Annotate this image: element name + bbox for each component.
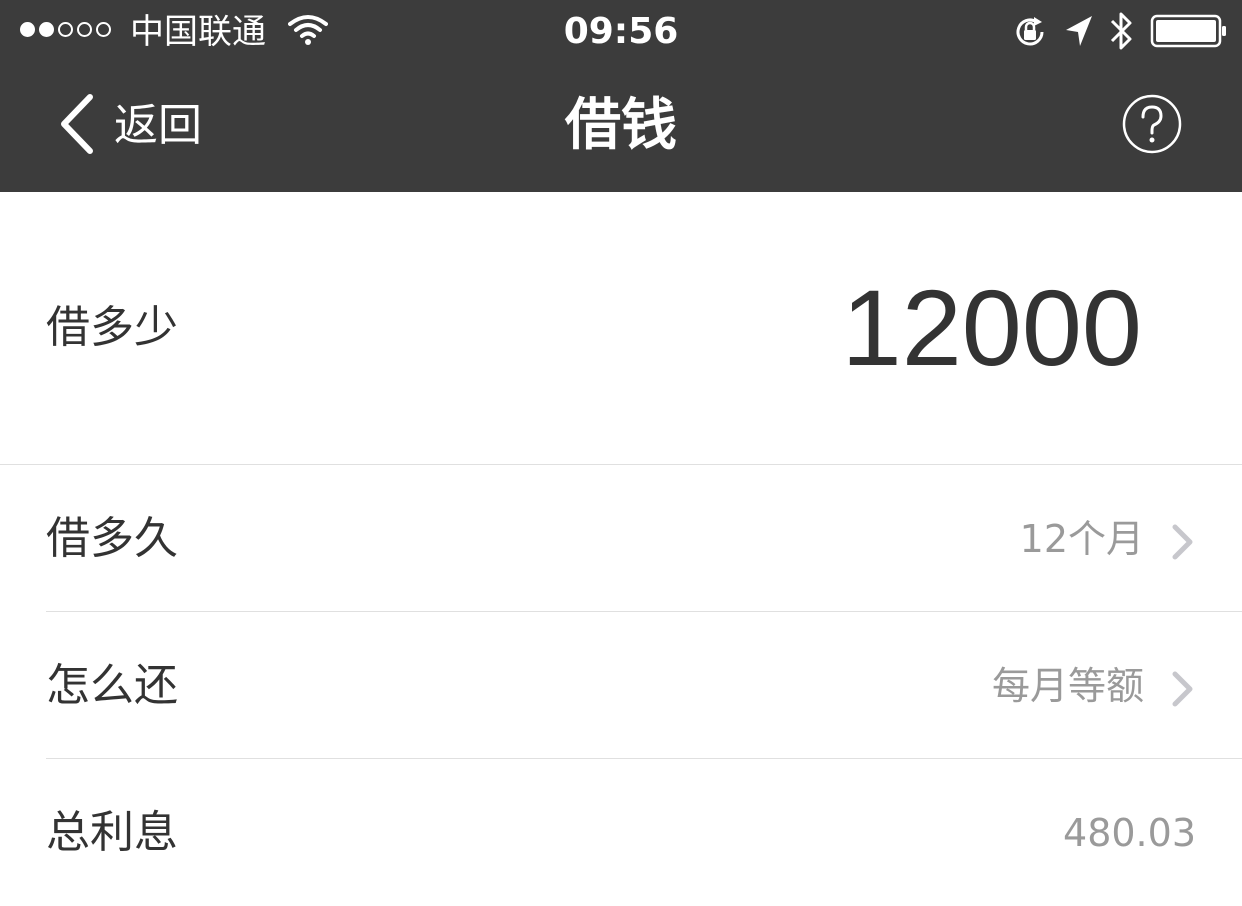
page-title: 借钱: [565, 93, 677, 158]
location-arrow-icon: [1064, 14, 1094, 52]
question-mark-icon: [1122, 94, 1182, 158]
loan-amount-value[interactable]: 12000: [842, 268, 1142, 388]
bluetooth-icon: [1108, 10, 1136, 56]
status-time: 09:56: [563, 11, 679, 52]
loan-amount-label: 借多少: [46, 302, 178, 353]
total-interest-value: 480.03: [1063, 811, 1196, 855]
repayment-method-row[interactable]: 怎么还 每月等额: [0, 612, 1242, 759]
chevron-right-icon: [1170, 523, 1196, 565]
loan-term-value: 12个月: [1019, 517, 1144, 561]
loan-term-row[interactable]: 借多久 12个月: [0, 465, 1242, 612]
loan-amount-row[interactable]: 借多少 12000: [0, 192, 1242, 465]
loan-term-label: 借多久: [46, 513, 178, 564]
rotation-lock-icon: [1012, 14, 1048, 54]
repayment-method-value: 每月等额: [991, 664, 1144, 708]
loan-form: 借多少 12000 借多久 12个月 怎么还 每月等额 总利息 480.03: [0, 192, 1242, 901]
chevron-right-icon: [1170, 670, 1196, 712]
total-interest-label: 总利息: [46, 807, 178, 858]
status-bar: 中国联通 09:56: [0, 0, 1242, 64]
repayment-method-label: 怎么还: [46, 660, 178, 711]
help-button[interactable]: [1122, 94, 1182, 154]
navigation-bar: 返回 借钱: [0, 64, 1242, 192]
total-interest-row: 总利息 480.03: [0, 759, 1242, 906]
battery-icon: [1150, 14, 1228, 52]
